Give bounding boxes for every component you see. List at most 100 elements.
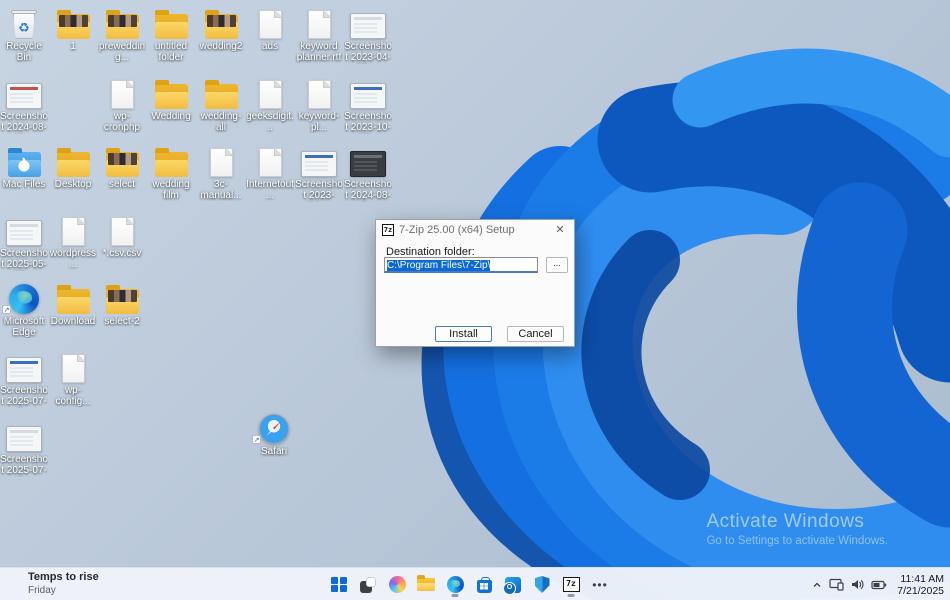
7zip-setup-dialog: 7z 7-Zip 25.00 (x64) Setup ✕ Destination… [375, 219, 575, 347]
screenshot-thumbnail-icon [0, 418, 48, 452]
desktop-icon-label: Internetout... [246, 179, 294, 201]
desktop-icon-download[interactable]: Download [49, 280, 97, 327]
desktop-icon-geeksdigit[interactable]: geeksdigit... [246, 75, 294, 133]
taskbar-windows-security-icon[interactable] [531, 573, 553, 597]
folder-icon [197, 75, 245, 109]
desktop-icon-label: Screenshot 2023-04-06 ... [344, 41, 392, 64]
desktop-icon-label: select [98, 179, 146, 190]
desktop-icon-csv-csv[interactable]: *.csv.csv [98, 212, 146, 259]
desktop-icon-microsoft-edge[interactable]: ↗Microsoft Edge [0, 280, 48, 338]
cancel-button[interactable]: Cancel [507, 326, 564, 342]
desktop-icon-wedding-film[interactable]: wedding film [147, 143, 195, 201]
desktop-icon-screenshot-2025-07-2[interactable]: Screenshot 2025-07-2... [0, 349, 48, 408]
document-icon [246, 75, 294, 109]
desktop-icon-safari[interactable]: ↗Safari [250, 410, 298, 457]
desktop-icon-1[interactable]: 1 [49, 5, 97, 52]
desktop-icon-screenshot-2023-10-12[interactable]: Screenshot 2023-10-12... [344, 75, 392, 134]
taskbar-start-icon[interactable] [328, 573, 350, 597]
screenshot-thumbnail-icon [344, 5, 392, 39]
taskbar: Temps to rise Friday 7z ••• 11:41 AM 7/21… [0, 567, 950, 600]
desktop-icon-label: untitled folder [147, 41, 195, 63]
desktop-icon-keyword-planner-rtf[interactable]: keyword planner.rtf [295, 5, 343, 63]
desktop-icon-wedding2[interactable]: wedding2 [197, 5, 245, 52]
desktop-icon-3c-manual[interactable]: 3c-manual... [197, 143, 245, 201]
running-indicator [568, 594, 575, 597]
screenshot-thumbnail-icon [344, 75, 392, 109]
desktop-icon-wedding-all[interactable]: wedding-all [197, 75, 245, 133]
desktop-icon-label: Screenshot 2025-07-2... [0, 454, 48, 477]
desktop-icon-recycle-bin[interactable]: ♻Recycle Bin [0, 5, 48, 63]
browse-button[interactable]: ... [546, 257, 568, 273]
folder-mac-icon [0, 143, 48, 177]
desktop-icon-label: keyword-pl... [295, 111, 343, 133]
desktop-icon-label: wedding2 [197, 41, 245, 52]
7zip-app-icon: 7z [382, 224, 394, 236]
taskbar-7-zip-icon[interactable]: 7z [560, 573, 582, 597]
document-icon [197, 143, 245, 177]
display-device-icon[interactable] [829, 578, 844, 591]
desktop-icon-wedding[interactable]: Wedding [147, 75, 195, 122]
hidden-icons-chevron-icon[interactable] [811, 579, 823, 591]
desktop-icon-screenshot-2025-07-2[interactable]: Screenshot 2025-07-2... [0, 418, 48, 477]
desktop-icon-label: geeksdigit... [246, 111, 294, 133]
dialog-titlebar[interactable]: 7z 7-Zip 25.00 (x64) Setup ✕ [376, 220, 574, 240]
desktop-icon-screenshot-2025-05-02[interactable]: Screenshot 2025-05-02... [0, 212, 48, 271]
desktop-icon-label: ads [246, 41, 294, 52]
taskbar-file-explorer-icon[interactable] [415, 573, 437, 597]
desktop-icon-label: Screenshot 2024-08-21... [0, 111, 48, 134]
document-icon [98, 75, 146, 109]
taskbar-microsoft-store-icon[interactable] [473, 573, 495, 597]
desktop-icon-desktop[interactable]: Desktop [49, 143, 97, 190]
desktop-icon-screenshot-2024-08-21[interactable]: Screenshot 2024-08-21... [0, 75, 48, 134]
folder-photo-icon [197, 5, 245, 39]
desktop-icon-select[interactable]: select [98, 143, 146, 190]
folder-photo-icon [98, 143, 146, 177]
desktop-icon-screenshot-2024-08-0[interactable]: Screenshot 2024-08-0... [344, 143, 392, 202]
taskbar-edge-icon[interactable] [444, 573, 466, 597]
document-icon [246, 5, 294, 39]
folder-photo-icon [98, 5, 146, 39]
recycle-bin-icon: ♻ [0, 5, 48, 39]
apple-icon [19, 160, 30, 171]
desktop-icon-label: keyword planner.rtf [295, 41, 343, 63]
document-icon [295, 5, 343, 39]
taskbar-outlook-icon[interactable] [502, 573, 524, 597]
desktop-icon-ads[interactable]: ads [246, 5, 294, 52]
desktop-icon-screenshot-2023-04-06[interactable]: Screenshot 2023-04-06 ... [344, 5, 392, 64]
taskbar-apps: 7z ••• [328, 568, 611, 600]
document-icon [49, 212, 97, 246]
desktop-icon-wp-config[interactable]: wp-config... [49, 349, 97, 407]
document-icon [98, 212, 146, 246]
taskbar-copilot-icon[interactable] [386, 573, 408, 597]
desktop-icon-label: Screenshot 2023-10-12... [344, 111, 392, 134]
desktop-icon-keyword-pl[interactable]: keyword-pl... [295, 75, 343, 133]
folder-icon [147, 5, 195, 39]
desktop-icon-label: Screenshot 2024-08-0... [344, 179, 392, 202]
desktop-icon-wp-cronphp[interactable]: wp-cronphp [98, 75, 146, 133]
taskbar-more-icon[interactable]: ••• [589, 573, 611, 597]
desktop-icon-label: wordpress... [49, 248, 97, 270]
desktop-icon-wordpress[interactable]: wordpress... [49, 212, 97, 270]
taskbar-task-view-icon[interactable] [357, 573, 379, 597]
install-button[interactable]: Install [435, 326, 492, 342]
desktop-icon-select-2[interactable]: select-2 [98, 280, 146, 327]
desktop-icon-screenshot-2023-04[interactable]: Screenshot 2023-04-... [295, 143, 343, 202]
desktop-icon-label: Screenshot 2025-05-02... [0, 248, 48, 271]
volume-icon[interactable] [850, 578, 865, 591]
battery-icon[interactable] [871, 579, 887, 591]
desktop-icon-untitled-folder[interactable]: untitled folder [147, 5, 195, 63]
desktop-icon-label: Screenshot 2023-04-... [295, 179, 343, 202]
clock[interactable]: 11:41 AM 7/21/2025 [897, 573, 944, 597]
shortcut-arrow-icon: ↗ [252, 435, 261, 444]
desktop-icon-internetout[interactable]: Internetout... [246, 143, 294, 201]
screenshot-thumbnail-icon [0, 212, 48, 246]
desktop-icon-prewedding[interactable]: prewedding... [98, 5, 146, 63]
system-tray: 11:41 AM 7/21/2025 [811, 568, 944, 600]
destination-folder-input[interactable]: C:\Program Files\7-Zip\ [384, 257, 538, 273]
close-icon[interactable]: ✕ [552, 223, 568, 237]
desktop-icon-mac-files[interactable]: Mac Files [0, 143, 48, 190]
tray-time: 11:41 AM [897, 573, 944, 585]
shortcut-arrow-icon: ↗ [2, 305, 11, 314]
weather-widget[interactable]: Temps to rise Friday [28, 571, 99, 597]
desktop-icon-label: wp-config... [49, 385, 97, 407]
